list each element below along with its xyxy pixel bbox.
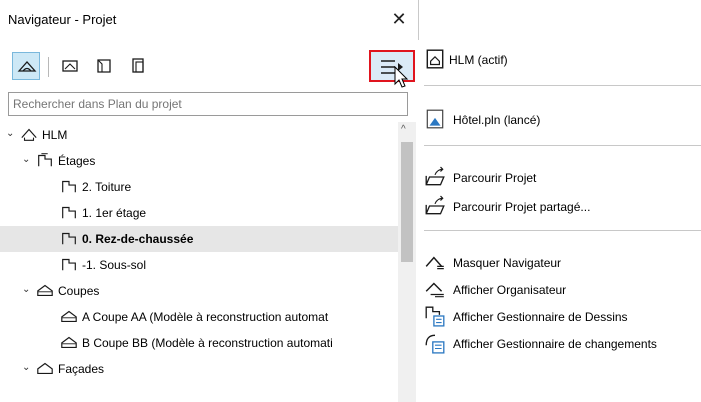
story-icon (62, 180, 76, 193)
tree-item-label: Façades (58, 362, 105, 376)
browse-shared-project-icon (425, 195, 445, 215)
tree-item-label: 0. Rez-de-chaussée (82, 232, 194, 246)
project-map-button[interactable] (12, 52, 40, 80)
menu-separator (424, 230, 701, 231)
tree-item-label: 1. 1er étage (82, 206, 147, 220)
menu-separator (424, 145, 701, 146)
menu-item-label: Masquer Navigateur (453, 256, 562, 270)
tree-item[interactable]: ⌄ Étages (0, 148, 398, 174)
tree-item-label: -1. Sous-sol (82, 258, 147, 272)
project-map-icon (17, 61, 37, 72)
tree-item-label: HLM (42, 128, 68, 142)
tree-item[interactable]: B Coupe BB (Modèle à reconstruction auto… (0, 330, 398, 356)
tree-item[interactable]: -1. Sous-sol (0, 252, 398, 278)
project-tree: ⌄ HLM ⌄ Étages 2. Toiture 1. 1er étage 0. Rez-… (0, 122, 398, 402)
menu-item-label: HLM (actif) (449, 53, 508, 67)
chevron-down-icon[interactable]: ⌄ (22, 362, 34, 374)
change-manager-icon (425, 334, 445, 354)
elevations-icon (37, 362, 53, 374)
navigator-titlebar: Navigateur - Projet ✕ (0, 0, 418, 40)
show-organizer-icon (425, 282, 444, 298)
sections-icon (37, 284, 53, 296)
tree-item[interactable]: 2. Toiture (0, 174, 398, 200)
publisher-sets-button[interactable] (124, 52, 152, 80)
menu-item[interactable]: Afficher Organisateur (422, 278, 701, 302)
tree-item[interactable]: ⌄ Coupes (0, 278, 398, 304)
close-button[interactable]: ✕ (388, 8, 410, 30)
stories-icon (38, 153, 52, 167)
project-active-icon (426, 49, 444, 69)
view-map-button[interactable] (56, 52, 84, 80)
browse-project-icon (425, 166, 445, 186)
mouse-cursor-icon (394, 66, 409, 88)
section-icon (61, 310, 77, 322)
section-icon (61, 336, 77, 348)
layout-book-button[interactable] (90, 52, 118, 80)
menu-separator (424, 85, 701, 86)
navigator-dropdown-menu: HLM (actif) Hôtel.pln (lancé) Parcourir Pr… (418, 40, 701, 402)
chevron-down-icon[interactable]: ⌄ (22, 154, 34, 166)
project-file-icon (426, 109, 444, 129)
menu-item-label: Hôtel.pln (lancé) (453, 113, 541, 127)
tree-item[interactable]: ⌄ HLM (0, 122, 398, 148)
tree-item-label: Coupes (58, 284, 100, 298)
tree-item[interactable]: 1. 1er étage (0, 200, 398, 226)
menu-item[interactable]: HLM (actif) (422, 48, 701, 72)
hide-navigator-icon (425, 256, 444, 270)
menu-item[interactable]: Afficher Gestionnaire de Dessins (422, 305, 701, 329)
scroll-thumb[interactable] (401, 142, 413, 262)
scroll-up-icon[interactable]: ^ (401, 124, 406, 135)
menu-item-label: Parcourir Projet (453, 171, 537, 185)
menu-item[interactable]: Parcourir Projet (422, 166, 701, 190)
tree-item[interactable]: 0. Rez-de-chaussée (0, 226, 398, 252)
story-icon (62, 232, 76, 245)
tree-item[interactable]: ⌄ Façades (0, 356, 398, 382)
tree-item-label: 2. Toiture (82, 180, 132, 194)
story-icon (62, 258, 76, 271)
tree-scrollbar[interactable]: ^ (398, 122, 416, 402)
menu-item[interactable]: Parcourir Projet partagé... (422, 195, 701, 219)
publisher-sets-icon (132, 58, 144, 73)
tree-item-label: Étages (58, 154, 96, 168)
menu-item-label: Afficher Gestionnaire de changements (453, 337, 657, 351)
menu-item[interactable]: Hôtel.pln (lancé) (422, 108, 701, 132)
chevron-down-icon[interactable]: ⌄ (6, 128, 18, 140)
menu-item[interactable]: Afficher Gestionnaire de changements (422, 332, 701, 356)
view-map-icon (62, 60, 78, 72)
drawing-manager-icon (425, 306, 445, 327)
menu-item-label: Afficher Organisateur (453, 283, 567, 297)
story-icon (62, 206, 76, 219)
toolbar-separator (48, 57, 49, 77)
navigator-panel: Navigateur - Projet ✕ Rechercher dans Pl… (0, 0, 419, 402)
project-house-icon (21, 128, 37, 141)
navigator-toolbar (0, 40, 418, 92)
tree-item[interactable]: A Coupe AA (Modèle à reconstruction auto… (0, 304, 398, 330)
layout-book-icon (97, 59, 111, 73)
navigator-title: Navigateur - Projet (8, 12, 117, 27)
menu-item-label: Afficher Gestionnaire de Dessins (453, 310, 628, 324)
tree-item-label: A Coupe AA (Modèle à reconstruction auto… (82, 310, 329, 324)
menu-item[interactable]: Masquer Navigateur (422, 251, 701, 275)
tree-item-label: B Coupe BB (Modèle à reconstruction auto… (82, 336, 333, 350)
menu-item-label: Parcourir Projet partagé... (453, 200, 591, 214)
search-input[interactable] (8, 92, 408, 116)
chevron-down-icon[interactable]: ⌄ (22, 284, 34, 296)
